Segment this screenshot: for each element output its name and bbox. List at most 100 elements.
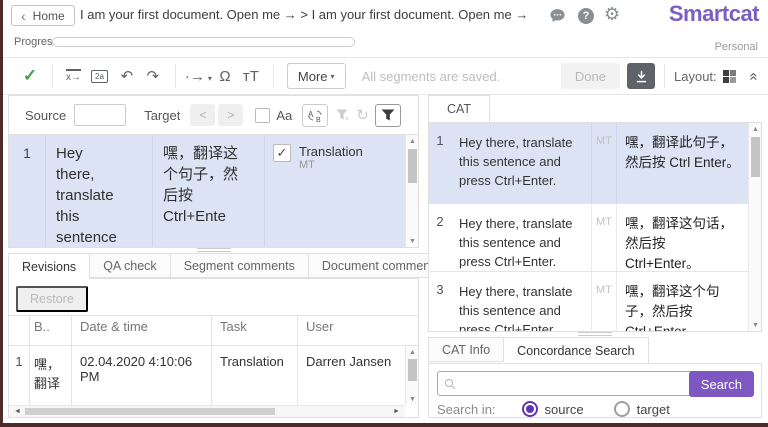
toolbar-divider xyxy=(272,64,274,88)
done-button[interactable]: Done xyxy=(560,63,620,89)
match-case-label: Aa xyxy=(276,107,293,123)
restore-button[interactable]: Restore xyxy=(16,286,88,312)
cat-row[interactable]: 2 Hey there, translate this sentence and… xyxy=(429,204,748,272)
scroll-up-icon[interactable]: ▲ xyxy=(406,346,419,358)
cat-row-target: 嘿，翻译这个句子，然后按Ctrl+Enter。 xyxy=(625,284,720,332)
segment-target-cell[interactable]: 嘿，翻译这个句子，然后按 Ctrl+Ente xyxy=(153,135,265,247)
header-cell-before: B.. xyxy=(29,316,71,345)
header-cell-task: Task xyxy=(211,316,297,345)
download-button[interactable] xyxy=(627,63,655,89)
special-characters-icon[interactable]: Ω xyxy=(212,68,238,85)
concordance-panel: Search Search in: source target xyxy=(428,363,762,418)
scroll-down-icon[interactable]: ▼ xyxy=(406,393,419,405)
cat-row-source: Hey there, translate this sentence and p… xyxy=(459,135,573,188)
source-column-label: Source xyxy=(25,107,67,123)
radio-target-label: target xyxy=(636,401,670,417)
segment-source-cell[interactable]: Hey there, translate this sentence xyxy=(46,135,153,247)
cat-row[interactable]: 1 Hey there, translate this sentence and… xyxy=(429,123,748,204)
gear-icon[interactable]: ⚙ xyxy=(604,4,620,25)
cat-scrollbar[interactable]: ▲ ▼ xyxy=(748,123,761,331)
refresh-icon[interactable]: ↻ xyxy=(356,106,369,124)
cat-row-number: 2 xyxy=(436,214,444,229)
tab-cat[interactable]: CAT xyxy=(428,95,491,122)
tab-revisions[interactable]: Revisions xyxy=(8,253,91,279)
revisions-vertical-scrollbar[interactable]: ▲ ▼ xyxy=(405,346,418,405)
cat-row-type-badge: MT xyxy=(591,272,617,331)
concordance-search-input[interactable] xyxy=(456,373,690,394)
download-icon xyxy=(636,70,646,82)
target-column-label: Target xyxy=(144,107,181,123)
filter-button[interactable] xyxy=(374,103,401,127)
concordance-search-field[interactable] xyxy=(437,371,697,396)
chevron-down-icon: ▾ xyxy=(330,71,335,81)
tab-qa-check[interactable]: QA check xyxy=(90,253,171,278)
swap-languages-icon: AB xyxy=(308,110,322,123)
segment-row[interactable]: 1 Hey there, translate this sentence 嘿，翻… xyxy=(9,135,418,247)
scrollbar-thumb[interactable] xyxy=(751,137,760,177)
next-segment-button[interactable]: > xyxy=(218,104,244,126)
scrollbar-thumb[interactable] xyxy=(25,408,275,415)
search-in-options: Search in: source target xyxy=(437,401,670,417)
progress-bar xyxy=(52,37,355,47)
radio-target[interactable] xyxy=(613,401,630,417)
more-button-label: More xyxy=(297,68,328,84)
change-case-icon[interactable]: тT xyxy=(238,68,264,85)
redo-icon[interactable]: ↷ xyxy=(140,67,166,85)
search-button[interactable]: Search xyxy=(688,371,754,397)
cat-row-type-badge: MT xyxy=(591,123,617,203)
cat-row-source: Hey there, translate this sentence and p… xyxy=(459,284,573,332)
more-button[interactable]: More ▾ xyxy=(286,63,346,89)
scroll-down-icon[interactable]: ▼ xyxy=(406,235,418,247)
swap-languages-button[interactable]: AB xyxy=(302,103,329,127)
done-button-label: Done xyxy=(574,68,606,84)
cat-row-number: 3 xyxy=(436,282,444,297)
cat-row-type-badge: MT xyxy=(591,204,617,271)
cat-row-target: 嘿，翻译这句话，然后按 Ctrl+Enter。 xyxy=(625,216,733,271)
source-filter-input[interactable] xyxy=(74,104,127,126)
cat-row-number: 1 xyxy=(436,133,444,148)
prev-segment-button[interactable]: < xyxy=(190,104,216,126)
revisions-horizontal-scrollbar[interactable]: ◄ ► xyxy=(9,405,405,417)
svg-text:B: B xyxy=(316,117,321,123)
cat-row-target: 嘿，翻译此句子，然后按 Ctrl Enter。 xyxy=(625,135,740,170)
segment-number: 1 xyxy=(9,135,46,247)
header-cell-datetime: Date & time xyxy=(71,316,211,345)
scroll-up-icon[interactable]: ▲ xyxy=(749,123,761,135)
segment-editor-panel: Source Target < > Aa AB × ↻ 1 Hey there,… xyxy=(8,95,419,248)
tab-concordance-search[interactable]: Concordance Search xyxy=(504,337,649,363)
header-cell-empty xyxy=(9,316,29,345)
segment-target-text: 嘿，翻译这个句子，然后按 Ctrl+Ente xyxy=(163,145,239,225)
smartcat-logo: Smartcat xyxy=(668,1,760,26)
radio-source[interactable] xyxy=(521,401,538,417)
cat-row[interactable]: 3 Hey there, translate this sentence and… xyxy=(429,272,748,332)
editor-header: Source Target < > Aa AB × ↻ xyxy=(9,96,418,135)
match-case-checkbox[interactable] xyxy=(255,107,271,123)
revision-tabbar: Revisions QA check Segment comments Docu… xyxy=(8,253,454,279)
scroll-down-icon[interactable]: ▼ xyxy=(749,319,761,331)
confirm-segment-icon[interactable]: ✓ xyxy=(17,66,43,86)
tab-cat-info[interactable]: CAT Info xyxy=(428,337,505,362)
find-replace-icon[interactable]: 2a xyxy=(91,69,108,83)
segment-confirm-checkbox[interactable]: ✓ xyxy=(273,144,291,162)
cat-row-source: Hey there, translate this sentence and p… xyxy=(459,216,573,269)
home-button[interactable]: ‹ Home xyxy=(11,5,75,26)
chat-icon[interactable] xyxy=(549,7,566,24)
scrollbar-thumb[interactable] xyxy=(408,359,417,381)
clear-filter-icon[interactable]: × xyxy=(336,109,350,122)
scrollbar-thumb[interactable] xyxy=(408,149,417,183)
collapse-toolbar-icon[interactable]: « xyxy=(745,72,762,80)
filter-icon xyxy=(381,109,395,120)
scroll-up-icon[interactable]: ▲ xyxy=(406,135,418,147)
undo-icon[interactable]: ↶ xyxy=(114,67,140,85)
revision-table-row[interactable]: 1 嘿，翻译 02.04.2020 4:10:06 PM Translation… xyxy=(9,346,405,405)
scroll-left-icon[interactable]: ◄ xyxy=(11,406,24,417)
scroll-right-icon[interactable]: ► xyxy=(390,406,403,417)
help-icon[interactable]: ? xyxy=(578,8,594,24)
editor-scrollbar[interactable]: ▲ ▼ xyxy=(405,135,418,247)
tab-segment-comments[interactable]: Segment comments xyxy=(170,253,309,278)
revision-task: Translation xyxy=(211,346,297,405)
layout-grid-icon[interactable] xyxy=(722,69,736,83)
insert-tab-icon[interactable]: ·→ ▾ xyxy=(185,68,212,85)
check-icon: ✓ xyxy=(276,145,288,160)
copy-source-icon[interactable]: x→ xyxy=(66,69,81,83)
